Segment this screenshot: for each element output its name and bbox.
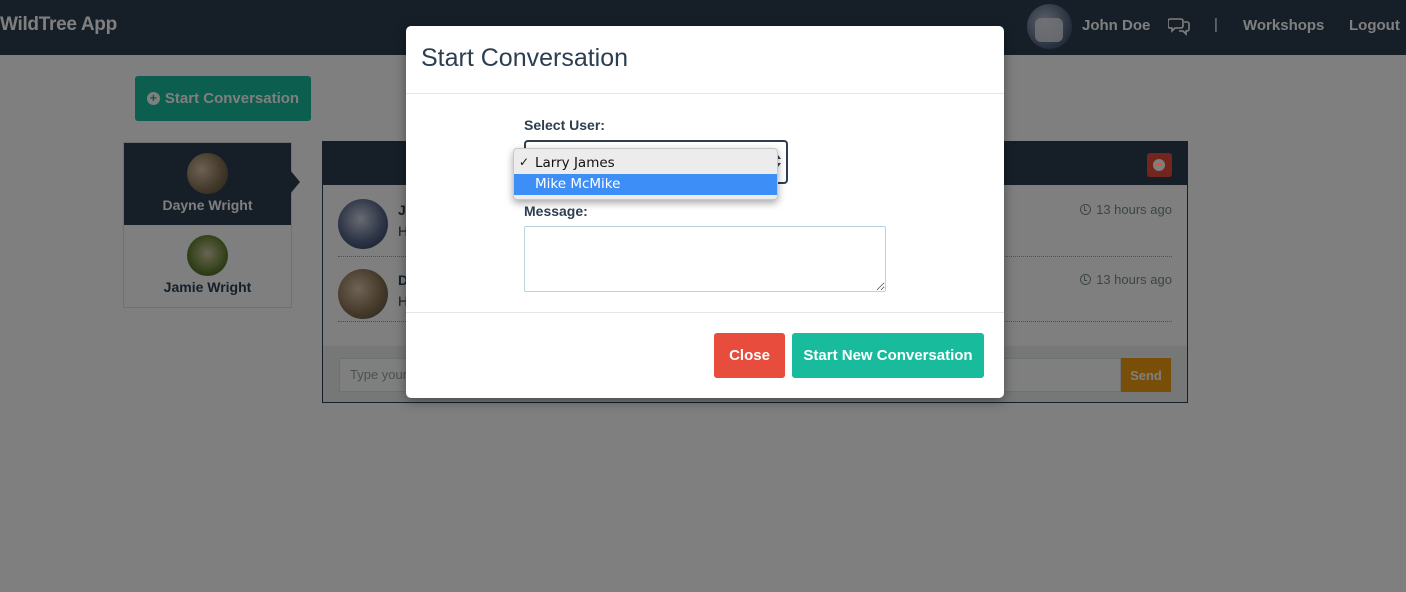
message-textarea[interactable] bbox=[524, 226, 886, 292]
message-label: Message: bbox=[524, 203, 588, 219]
close-button[interactable]: Close bbox=[714, 333, 785, 378]
option-label: Larry James bbox=[535, 155, 615, 171]
start-new-conversation-button[interactable]: Start New Conversation bbox=[792, 333, 984, 378]
option-label: Mike McMike bbox=[535, 176, 621, 192]
start-conversation-modal: Start Conversation Select User: ✓ Larry … bbox=[406, 26, 1004, 398]
modal-divider bbox=[406, 312, 1004, 313]
select-option[interactable]: ✓ Larry James bbox=[514, 153, 777, 174]
checkmark-icon: ✓ bbox=[519, 155, 530, 169]
modal-divider bbox=[406, 93, 1004, 94]
select-user-label: Select User: bbox=[524, 117, 605, 133]
select-user-options: ✓ Larry James Mike McMike bbox=[513, 148, 778, 200]
select-option[interactable]: Mike McMike bbox=[514, 174, 777, 195]
modal-title: Start Conversation bbox=[421, 44, 629, 72]
